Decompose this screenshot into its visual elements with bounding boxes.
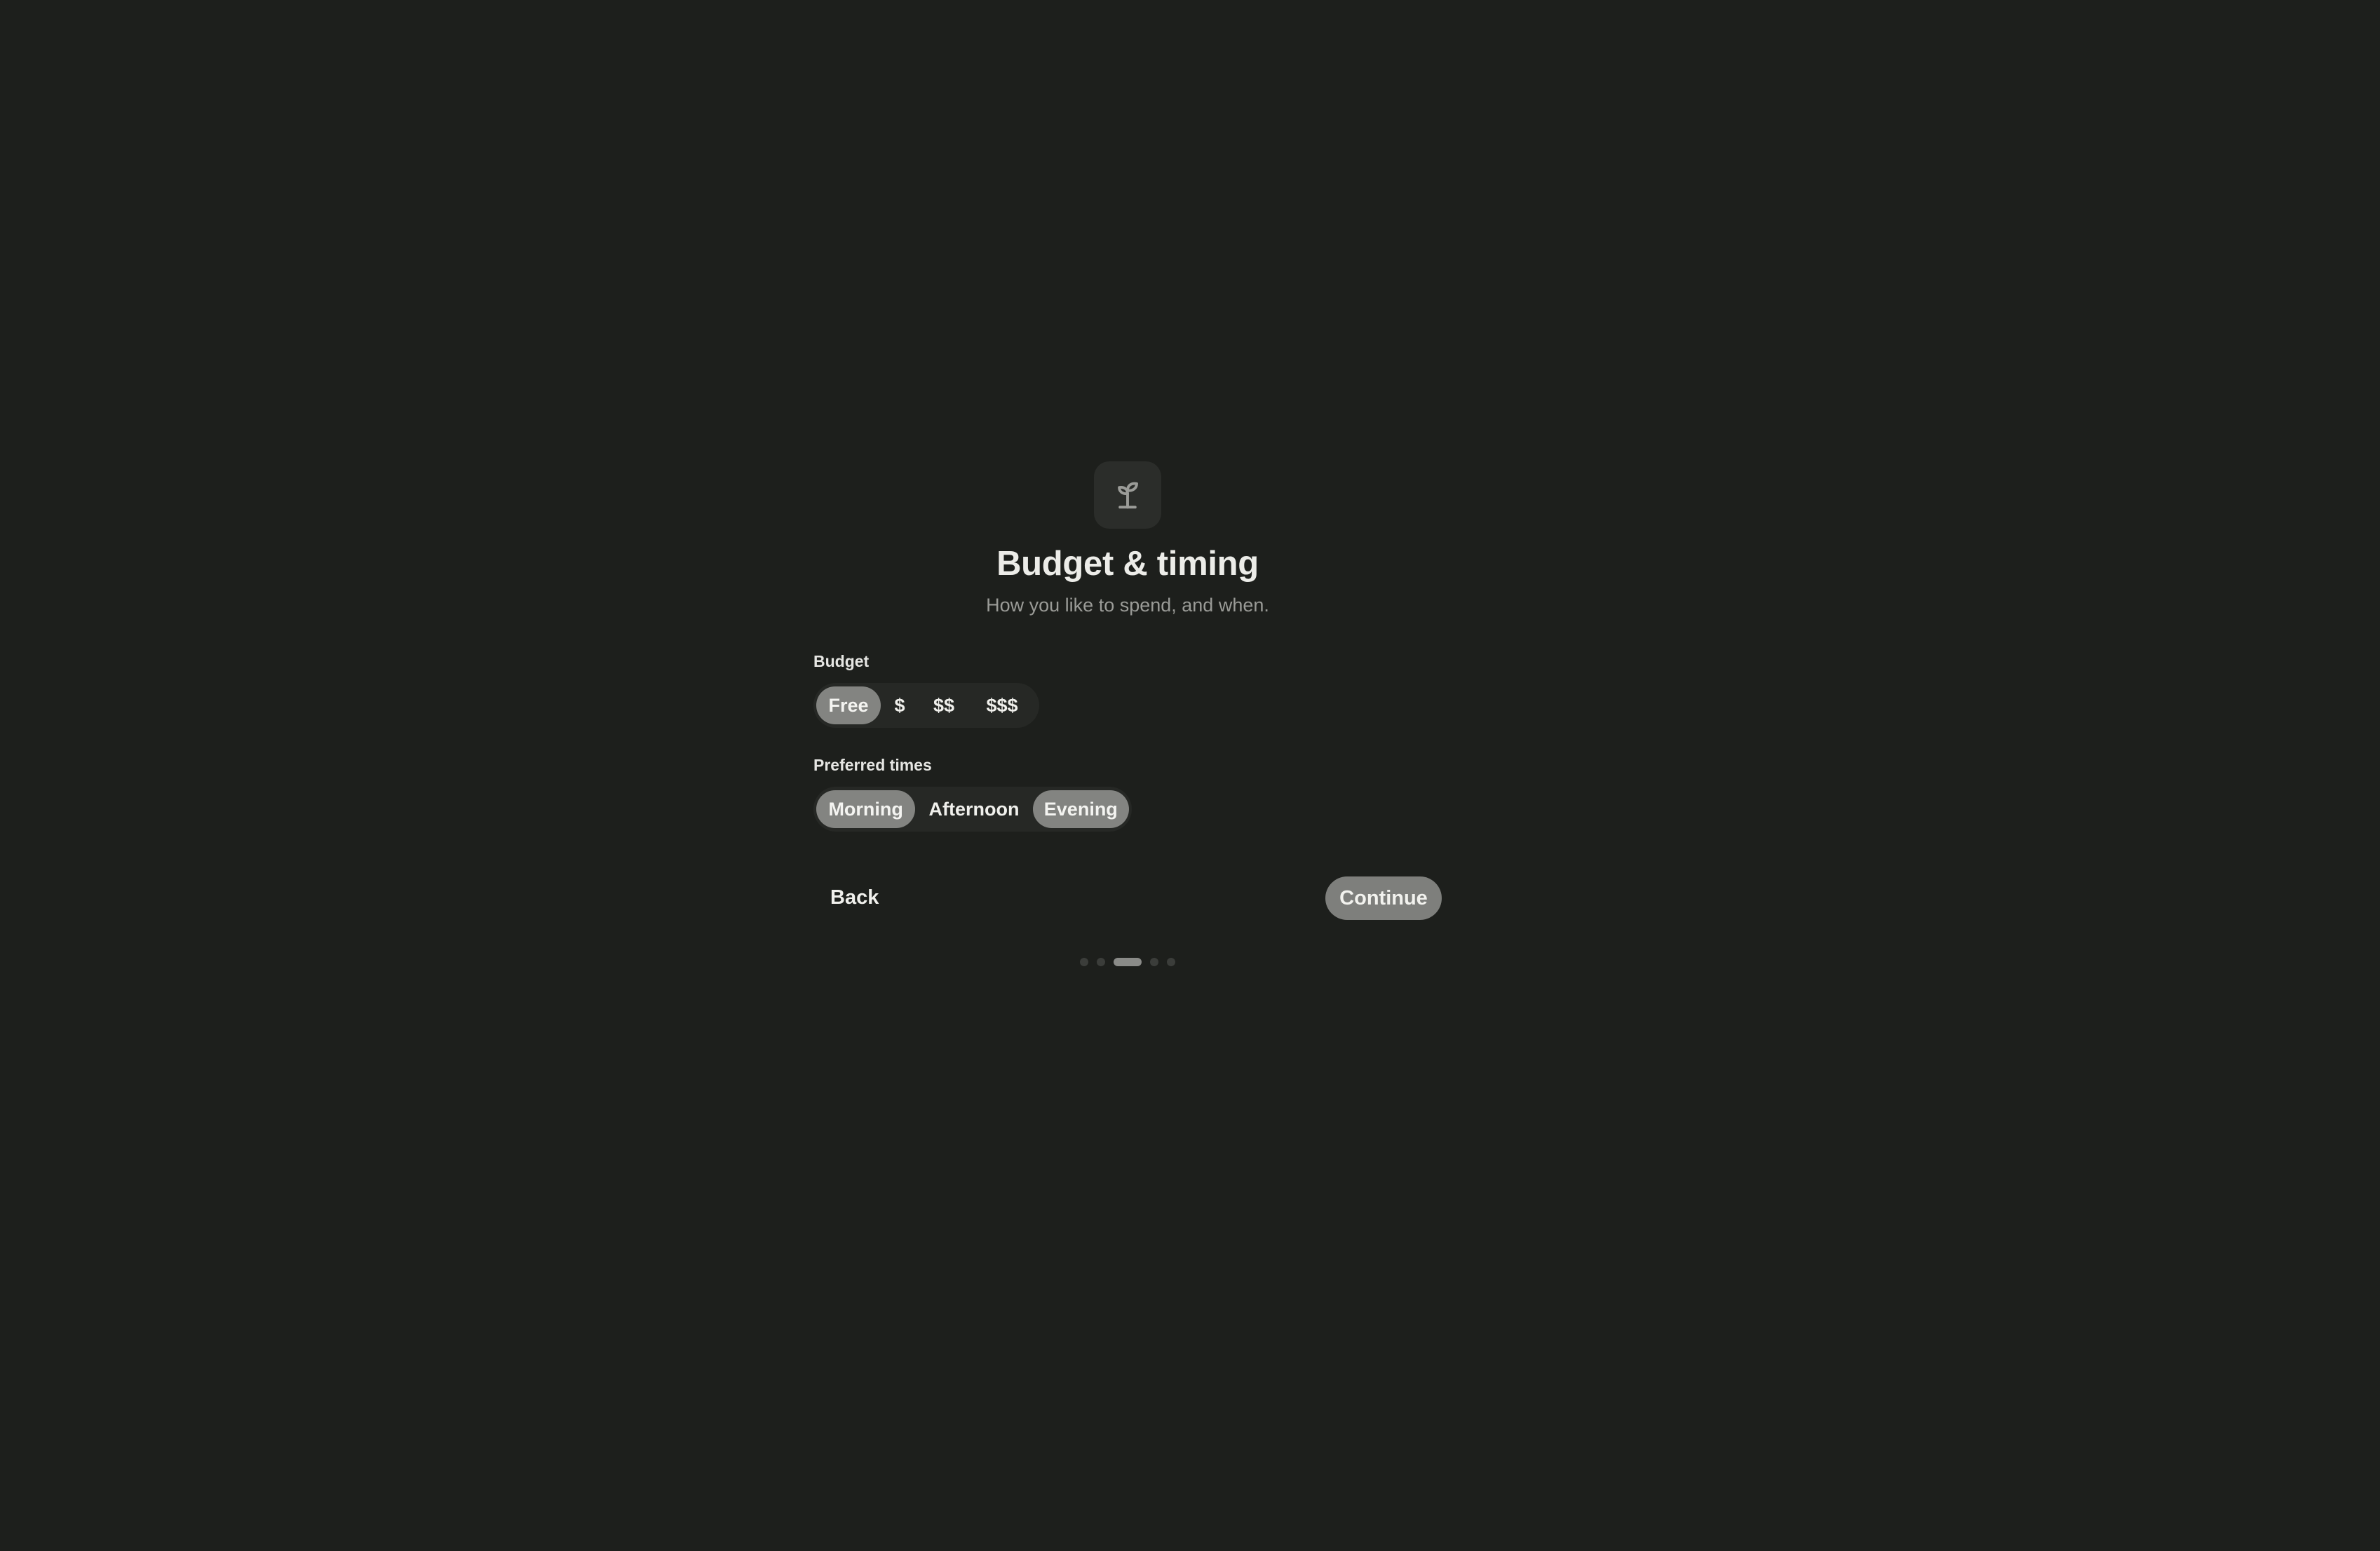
page-title: Budget & timing — [996, 545, 1259, 583]
back-button[interactable]: Back — [813, 876, 895, 919]
budget-option[interactable]: $ — [881, 686, 919, 724]
budget-option[interactable]: $$ — [919, 686, 969, 724]
progress-dot — [1167, 958, 1175, 966]
progress-dot-active — [1114, 958, 1142, 966]
sprout-icon — [1118, 482, 1138, 509]
page-subtitle: How you like to spend, and when. — [986, 595, 1269, 616]
progress-dot — [1097, 958, 1105, 966]
time-option[interactable]: Afternoon — [915, 790, 1032, 828]
step-progress-indicator — [813, 958, 1442, 966]
progress-dot — [1080, 958, 1088, 966]
budget-segmented-control: Free $ $$ $$$ — [813, 683, 1039, 728]
preferred-times-label: Preferred times — [813, 756, 932, 774]
onboarding-screen: Budget & timing How you like to spend, a… — [0, 0, 2380, 1551]
budget-label: Budget — [813, 652, 870, 670]
continue-button[interactable]: Continue — [1325, 876, 1442, 920]
budget-option[interactable]: $$$ — [969, 686, 1035, 724]
app-logo-tile — [1094, 461, 1161, 529]
budget-option[interactable]: Free — [816, 686, 881, 724]
time-option[interactable]: Morning — [816, 790, 916, 828]
progress-dot — [1150, 958, 1158, 966]
time-option[interactable]: Evening — [1032, 790, 1129, 828]
preferred-times-segmented-control: Morning Afternoon Evening — [813, 787, 1132, 832]
